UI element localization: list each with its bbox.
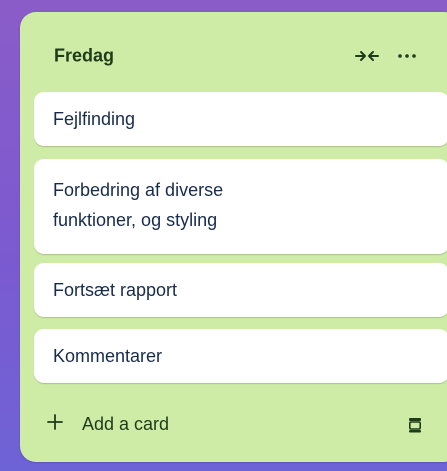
add-card-label: Add a card	[82, 413, 170, 434]
card-template-icon	[408, 418, 421, 433]
more-horizontal-icon	[398, 54, 416, 58]
card-item[interactable]: Kommentarer	[34, 329, 447, 383]
collapse-arrows-icon	[355, 51, 379, 61]
list-header: Fredag	[20, 12, 447, 82]
list-column: Fredag Fejlfinding Forbedring af diverse…	[20, 12, 447, 462]
card-title: Kommentarer	[53, 346, 163, 366]
card-item[interactable]: Fejlfinding	[34, 92, 447, 146]
add-card-button[interactable]: Add a card	[34, 404, 374, 444]
list-title[interactable]: Fredag	[54, 46, 114, 67]
card-title: Fejlfinding	[53, 109, 136, 129]
create-from-template-button[interactable]	[400, 412, 430, 438]
card-title-line: Forbedring af diverse	[53, 180, 224, 200]
plus-icon	[36, 412, 74, 436]
list-actions-button[interactable]	[392, 45, 422, 67]
card-item[interactable]: Fortsæt rapport	[34, 263, 447, 317]
card-title-line: funktioner, og styling	[53, 210, 218, 230]
collapse-list-button[interactable]	[352, 45, 382, 67]
card-item[interactable]: Forbedring af diverse funktioner, og sty…	[34, 159, 447, 254]
card-title: Fortsæt rapport	[53, 280, 178, 300]
